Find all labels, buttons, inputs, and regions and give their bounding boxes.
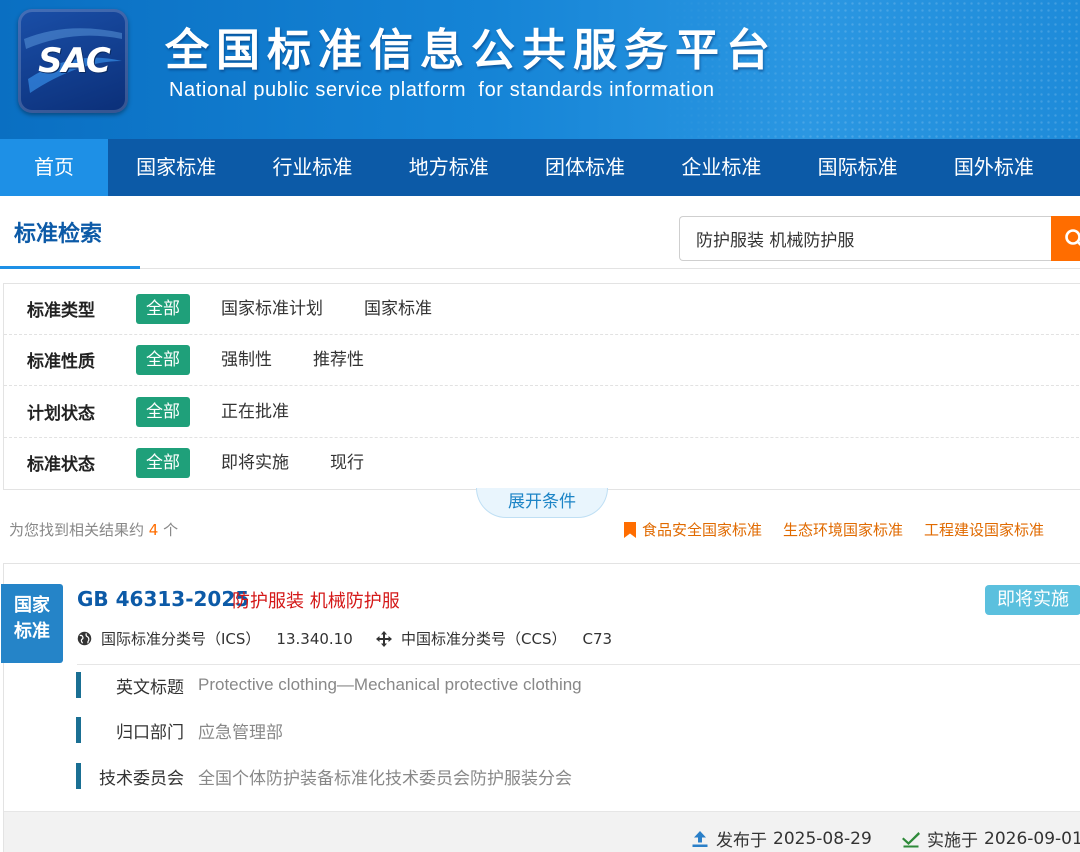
nav-item-industry-standards[interactable]: 行业标准 [244,139,380,196]
publish-date: 发布于 2025-08-29 [691,826,872,851]
filter-option-all[interactable]: 全部 [136,345,190,375]
ccs-classification: 中国标准分类号（CCS） C73 [376,628,612,649]
ccs-value: C73 [582,629,613,648]
filter-row-plan-status: 计划状态 全部 正在批准 [4,387,1080,438]
filter-label: 标准状态 [27,455,95,475]
filter-panel: 标准类型 全部 国家标准计划 国家标准 标准性质 全部 强制性 推荐性 计划状态… [3,283,1080,490]
ics-label: 国际标准分类号（ICS） [101,630,261,648]
implement-date-value: 2026-09-01 [984,828,1080,849]
result-count-prefix: 为您找到相关结果约 [9,521,145,539]
quick-link-eco-environment[interactable]: 生态环境国家标准 [783,519,903,540]
tag-line: 国家 [14,595,50,616]
filter-option[interactable]: 强制性 [211,345,282,375]
filter-option-all[interactable]: 全部 [136,294,190,324]
quick-link-engineering[interactable]: 工程建设国家标准 [924,519,1044,540]
nav-item-enterprise-standards[interactable]: 企业标准 [653,139,789,196]
filter-option-all[interactable]: 全部 [136,448,190,478]
filter-option[interactable]: 现行 [320,448,374,478]
detail-responsible-department: 归口部门 应急管理部 [76,717,283,743]
search-input[interactable] [679,216,1051,261]
status-badge: 即将实施 [985,585,1080,615]
nav-item-national-standards[interactable]: 国家标准 [108,139,244,196]
implement-label: 实施于 [927,831,978,851]
standard-type-tag: 国家 标准 [1,584,63,663]
main-nav: 首页 国家标准 行业标准 地方标准 团体标准 企业标准 国际标准 国外标准 [0,139,1080,196]
filter-row-standard-status: 标准状态 全部 即将实施 现行 [4,438,1080,489]
ics-classification: 国际标准分类号（ICS） 13.340.10 [77,628,353,649]
search-divider [0,268,1080,269]
filter-option[interactable]: 正在批准 [211,397,299,427]
nav-item-home[interactable]: 首页 [0,139,108,196]
nav-item-international-standards[interactable]: 国际标准 [789,139,925,196]
filter-option[interactable]: 推荐性 [303,345,374,375]
card-footer: 发布于 2025-08-29 实施于 2026-09-01 [4,811,1080,852]
detail-technical-committee: 技术委员会 全国个体防护装备标准化技术委员会防护服装分会 [76,763,572,789]
site-header: SAC 全国标准信息公共服务平台 National public service… [0,0,1080,139]
filter-label: 计划状态 [27,404,95,424]
filter-option[interactable]: 即将实施 [211,448,299,478]
detail-label: 技术委员会 [99,768,184,789]
result-count: 为您找到相关结果约 4 个 [9,519,178,540]
filter-option[interactable]: 国家标准计划 [211,294,333,324]
site-subtitle: National public service platform for sta… [169,79,715,101]
globe-icon [77,631,92,646]
search-section-title: 标准检索 [14,222,103,247]
result-card: 国家 标准 GB 46313-2025 防护服装 机械防护服 即将实施 国际标准… [1,563,1080,852]
result-count-suffix: 个 [163,521,179,539]
filter-option[interactable]: 国家标准 [354,294,442,324]
nav-item-foreign-standards[interactable]: 国外标准 [926,139,1062,196]
detail-english-title: 英文标题 Protective clothing—Mechanical prot… [76,672,582,698]
logo-text: SAC [38,41,111,81]
standard-name-link[interactable]: 防护服装 机械防护服 [232,587,400,613]
search-icon [1065,229,1080,246]
search-title-underline [0,266,140,269]
move-cross-icon [376,630,392,647]
site-title: 全国标准信息公共服务平台 [165,25,777,76]
detail-label: 归口部门 [116,722,184,743]
quick-links: 食品安全国家标准 生态环境国家标准 工程建设国家标准 [624,519,1065,540]
detail-value: 应急管理部 [198,722,283,743]
detail-label: 英文标题 [116,677,184,698]
detail-value: Protective clothing—Mechanical protectiv… [198,675,582,694]
standard-code-link[interactable]: GB 46313-2025 [77,587,249,611]
publish-label: 发布于 [716,831,767,851]
detail-value: 全国个体防护装备标准化技术委员会防护服装分会 [198,768,572,789]
check-icon [902,831,920,847]
filter-row-standard-nature: 标准性质 全部 强制性 推荐性 [4,335,1080,386]
publish-date-value: 2025-08-29 [773,828,872,849]
ics-value: 13.340.10 [276,629,353,648]
result-count-number: 4 [148,521,159,539]
tag-line: 标准 [14,621,50,642]
expand-conditions-button[interactable]: 展开条件 [476,488,608,518]
nav-item-group-standards[interactable]: 团体标准 [517,139,653,196]
upload-icon [692,830,708,847]
search-button[interactable] [1051,216,1080,261]
filter-label: 标准类型 [27,301,95,321]
implement-date: 实施于 2026-09-01 [902,826,1080,851]
filter-label: 标准性质 [27,352,95,372]
bookmark-icon [624,522,636,538]
quick-link-food-safety[interactable]: 食品安全国家标准 [642,519,762,540]
nav-item-local-standards[interactable]: 地方标准 [381,139,517,196]
ccs-label: 中国标准分类号（CCS） [401,630,567,648]
sac-logo[interactable]: SAC [18,9,128,113]
card-divider [77,664,1080,665]
filter-option-all[interactable]: 全部 [136,397,190,427]
filter-row-standard-type: 标准类型 全部 国家标准计划 国家标准 [4,284,1080,335]
